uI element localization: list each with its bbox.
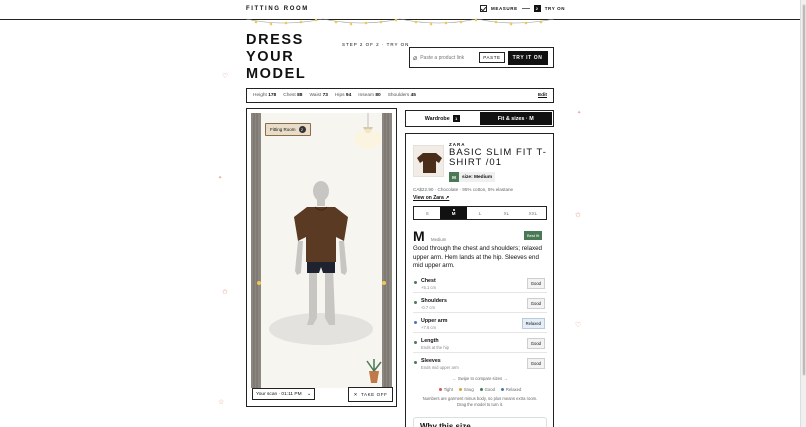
- edit-measurements-link[interactable]: Edit: [538, 93, 547, 98]
- measure-chest: Chest 88: [283, 93, 303, 98]
- tab-wardrobe[interactable]: Wardrobe 1: [406, 111, 479, 126]
- heart-icon: ♡: [222, 73, 229, 80]
- fit-row-upper-arm: Upper arm +7.6 cm Relaxed: [413, 313, 547, 333]
- nav-try-on[interactable]: TRY ON: [545, 6, 565, 11]
- step-indicator: STEP 2 OF 2 · TRY ON: [342, 42, 410, 47]
- selected-size-chip: M size: Medium: [449, 172, 496, 182]
- fit-row-sleeves: Sleeves Ends mid upper arm Good: [413, 353, 547, 373]
- fit-status-dot: [414, 321, 417, 324]
- product-link-bar: ⌀ PASTE TRY IT ON: [409, 47, 554, 68]
- swipe-hint: ← Swipe to compare sizes →: [452, 376, 508, 381]
- star-icon: ✩: [575, 212, 581, 219]
- tshirt-icon: [417, 153, 442, 173]
- heart-icon: ♡: [575, 322, 582, 329]
- measure-hips: Hips 94: [334, 93, 352, 98]
- app-brand[interactable]: FITTING ROOM: [246, 6, 309, 12]
- fit-status-badge: Good: [526, 298, 545, 309]
- model-stage[interactable]: Fitting Room 2: [251, 113, 392, 388]
- fit-size-word: Medium: [431, 237, 447, 242]
- measure-inseam: Inseam 80: [358, 93, 381, 98]
- step-nav: MEASURE 2 TRY ON: [480, 5, 565, 12]
- measurements-bar: Height 178 Chest 88 Waist 73 Hips 94 Ins…: [246, 88, 554, 103]
- fit-status-badge: Relaxed: [521, 318, 545, 329]
- size-option-xl[interactable]: XL: [493, 207, 519, 219]
- product-thumbnail: [413, 145, 444, 177]
- best-fit-badge: Best fit: [524, 231, 543, 240]
- size-option-l[interactable]: L: [467, 207, 493, 219]
- check-icon: [480, 5, 487, 12]
- fit-status-dot: [414, 341, 417, 344]
- legend-snug: Snug: [458, 387, 474, 392]
- size-option-s[interactable]: S: [414, 207, 440, 219]
- star-icon: ☆: [218, 399, 225, 406]
- fit-description: Good through the chest and shoulders; re…: [413, 245, 542, 270]
- scrollbar-thumb[interactable]: [802, 4, 806, 376]
- close-icon: ✕: [353, 391, 358, 397]
- fit-status-badge: Good: [526, 358, 545, 369]
- nav-divider: [521, 8, 530, 9]
- nav-step-number: 2: [533, 5, 541, 12]
- fit-row-length: Length Ends at the hip Good: [413, 333, 547, 353]
- take-off-button[interactable]: ✕ TAKE OFF: [348, 387, 393, 402]
- measure-shoulders: Shoulders 45: [387, 93, 416, 98]
- wardrobe-count-badge: 1: [452, 115, 460, 122]
- chevron-down-icon: ⌄: [306, 391, 311, 397]
- measure-height: Height 178: [253, 93, 277, 98]
- size-selector: S M L XL XXL: [413, 206, 547, 220]
- fit-row-shoulders: Shoulders -0.7 cm Good: [413, 293, 547, 313]
- fit-note: Numbers are garment minus body, so plus …: [422, 396, 538, 407]
- sparkle-icon: ✦: [577, 110, 582, 116]
- product-meta: CA$22.90 · Chocolate · 95% cotton, 5% el…: [413, 187, 514, 192]
- tab-fit-sizes[interactable]: Fit & sizes · M: [479, 112, 552, 125]
- fit-status-dot: [414, 281, 417, 284]
- try-it-on-button[interactable]: TRY IT ON: [507, 50, 548, 65]
- size-option-xxl[interactable]: XXL: [520, 207, 546, 219]
- fit-row-chest: Chest +5.1 cm Good: [413, 273, 547, 293]
- page-scrollbar[interactable]: [800, 0, 806, 427]
- size-option-m[interactable]: M: [440, 207, 467, 219]
- product-title: BASIC SLIM FIT T-SHIRT /01: [449, 147, 547, 168]
- fit-size-letter: M: [413, 228, 425, 244]
- sparkle-icon: ✦: [218, 175, 223, 181]
- fit-rows: Chest +5.1 cm Good Shoulders -0.7 cm Goo…: [413, 273, 547, 373]
- fit-status-badge: Good: [526, 338, 545, 349]
- why-this-size-card[interactable]: Why this size: [413, 417, 547, 427]
- fit-status-badge: Good: [526, 278, 545, 289]
- fit-status-dot: [414, 361, 417, 364]
- paste-button[interactable]: PASTE: [479, 52, 505, 63]
- string-lights-decoration: [246, 18, 554, 26]
- mannequin-scene: [251, 113, 392, 388]
- fit-legend: Tight Snug Good Relaxed: [413, 387, 547, 392]
- legend-good: Good: [479, 387, 495, 392]
- view-on-zara-link[interactable]: View on Zara ↗: [413, 195, 449, 201]
- paperclip-icon: ⌀: [413, 54, 418, 62]
- nav-measure[interactable]: MEASURE: [491, 6, 518, 11]
- measure-waist: Waist 73: [309, 93, 328, 98]
- fit-detail-panel: ZARA BASIC SLIM FIT T-SHIRT /01 M size: …: [405, 133, 554, 427]
- page-title: DRESS YOUR MODEL: [246, 32, 307, 82]
- legend-tight: Tight: [438, 387, 453, 392]
- legend-relaxed: Relaxed: [500, 387, 521, 392]
- fitting-room-panel: Fitting Room 2 Your scan · 01:11 PM ⌄ ✕ …: [246, 108, 397, 407]
- star-icon: ✩: [222, 289, 228, 296]
- panel-tabs: Wardrobe 1 Fit & sizes · M: [405, 110, 554, 127]
- fitting-room-tag: Fitting Room 2: [265, 123, 311, 136]
- fitting-room-page: FITTING ROOM MEASURE 2 TRY ON ♡ ✦ ✩ ☆ ✦ …: [0, 0, 806, 427]
- room-count-badge: 2: [298, 126, 306, 133]
- product-link-input[interactable]: [420, 54, 477, 61]
- scan-select[interactable]: Your scan · 01:11 PM ⌄: [252, 388, 315, 400]
- fit-status-dot: [414, 301, 417, 304]
